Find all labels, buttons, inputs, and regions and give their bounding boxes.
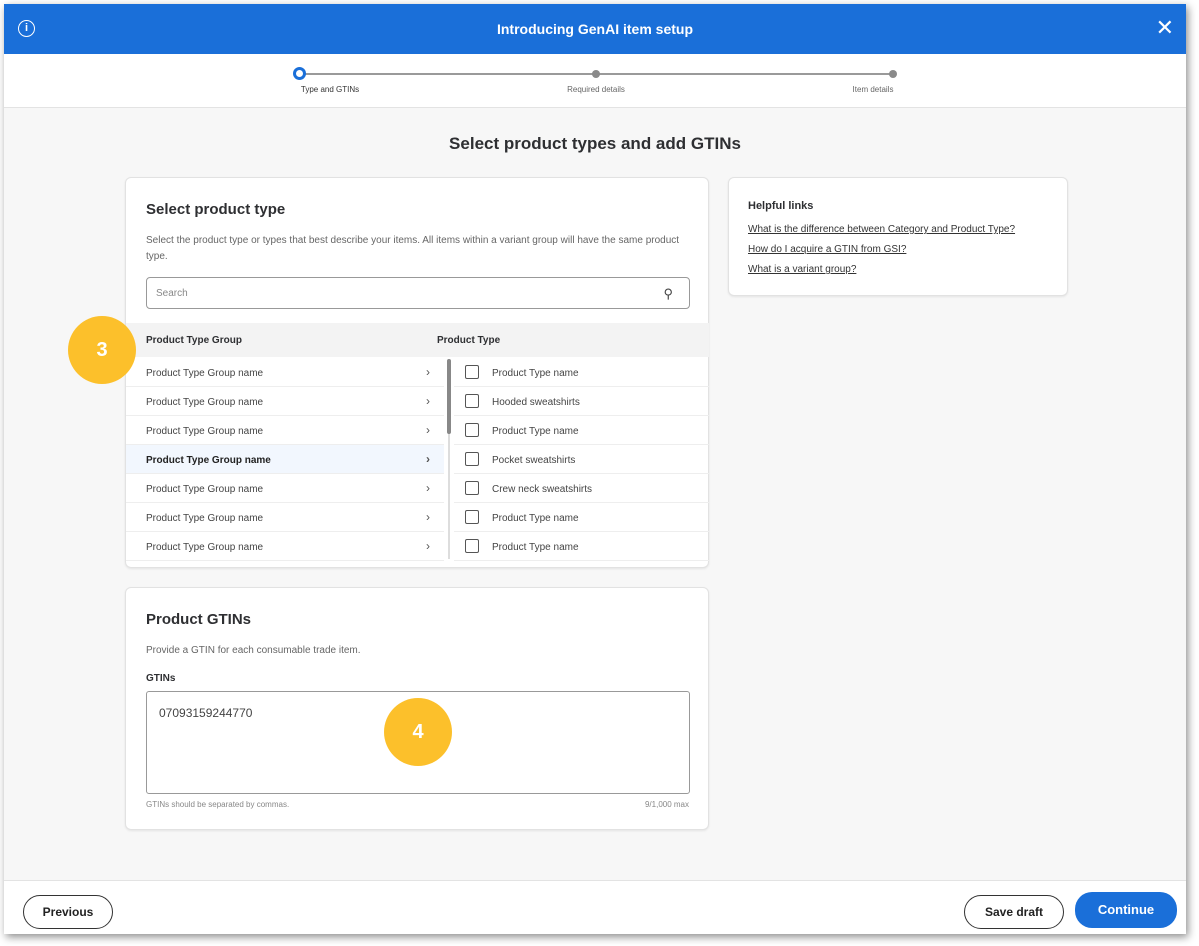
- product-type-checkbox[interactable]: [465, 481, 479, 495]
- product-type-group-row[interactable]: Product Type Group name ›: [126, 474, 444, 503]
- product-type-name: Hooded sweatshirts: [492, 397, 580, 408]
- chevron-right-icon: ›: [426, 394, 430, 408]
- product-type-name: Product Type name: [492, 513, 579, 524]
- link-category-vs-product-type[interactable]: What is the difference between Category …: [748, 224, 1015, 235]
- group-name: Product Type Group name: [146, 484, 264, 495]
- group-name: Product Type Group name: [146, 542, 264, 553]
- group-name: Product Type Group name: [146, 368, 264, 379]
- modal-title: Introducing GenAI item setup: [496, 21, 693, 37]
- scrollbar-thumb[interactable]: [447, 359, 451, 434]
- product-type-checkbox[interactable]: [465, 539, 479, 553]
- search-input[interactable]: Search ⚲: [146, 277, 690, 309]
- step-label-3: Item details: [852, 85, 894, 94]
- modal-header: i Introducing GenAI item setup ✕: [4, 4, 1186, 54]
- step-dot-1: [293, 67, 306, 80]
- search-placeholder: Search: [156, 288, 188, 299]
- gtins-hint: GTINs should be separated by commas.: [146, 800, 290, 809]
- step-badge-4: 4: [384, 698, 452, 766]
- product-type-row[interactable]: Crew neck sweatshirts: [454, 474, 709, 503]
- product-type-group-row[interactable]: Product Type Group name ›: [126, 445, 444, 474]
- gtins-description: Provide a GTIN for each consumable trade…: [146, 645, 361, 656]
- previous-button[interactable]: Previous: [23, 895, 113, 929]
- product-type-name: Product Type name: [492, 542, 579, 553]
- col-product-type-group: Product Type Group: [146, 335, 242, 346]
- col-product-type: Product Type: [437, 335, 501, 346]
- product-type-checkbox[interactable]: [465, 365, 479, 379]
- progress-stepper: Type and GTINs Required details Item det…: [4, 54, 1186, 108]
- product-type-name: Product Type name: [492, 426, 579, 437]
- chevron-right-icon: ›: [426, 539, 430, 553]
- table-header: Product Type Group Product Type: [126, 323, 709, 357]
- group-name: Product Type Group name: [146, 513, 264, 524]
- product-type-row[interactable]: Product Type name: [454, 503, 709, 532]
- product-type-row[interactable]: Product Type name: [454, 358, 709, 387]
- product-type-group-row[interactable]: Product Type Group name ›: [126, 503, 444, 532]
- chevron-right-icon: ›: [426, 481, 430, 495]
- product-type-row[interactable]: Pocket sweatshirts: [454, 445, 709, 474]
- chevron-right-icon: ›: [426, 423, 430, 437]
- step-dot-2: [592, 70, 600, 78]
- close-icon[interactable]: ✕: [1156, 15, 1174, 41]
- helpful-links-title: Helpful links: [748, 200, 814, 212]
- product-type-card: Select product type Select the product t…: [125, 177, 709, 568]
- step-badge-3: 3: [68, 316, 136, 384]
- save-draft-button[interactable]: Save draft: [964, 895, 1064, 929]
- step-label-2: Required details: [567, 85, 625, 94]
- product-type-group-row[interactable]: Product Type Group name ›: [126, 532, 444, 561]
- product-type-name: Pocket sweatshirts: [492, 455, 576, 466]
- gtins-count: 9/1,000 max: [644, 800, 689, 809]
- modal-footer: Previous Save draft Continue: [4, 880, 1186, 934]
- product-type-row[interactable]: Hooded sweatshirts: [454, 387, 709, 416]
- step-label-1: Type and GTINs: [300, 85, 360, 94]
- product-type-row[interactable]: Product Type name: [454, 532, 709, 561]
- link-variant-group[interactable]: What is a variant group?: [748, 264, 856, 275]
- link-acquire-gtin[interactable]: How do I acquire a GTIN from GSI?: [748, 244, 906, 255]
- page-title: Select product types and add GTINs: [449, 134, 741, 153]
- product-type-checkbox[interactable]: [465, 423, 479, 437]
- product-type-name: Product Type name: [492, 368, 579, 379]
- chevron-right-icon: ›: [426, 365, 430, 379]
- genai-setup-modal: i Introducing GenAI item setup ✕ Type an…: [4, 4, 1186, 934]
- chevron-right-icon: ›: [426, 510, 430, 524]
- product-type-checkbox[interactable]: [465, 394, 479, 408]
- helpful-links-card: Helpful links What is the difference bet…: [728, 177, 1068, 296]
- step-dot-3: [889, 70, 897, 78]
- gtins-label: GTINs: [146, 673, 176, 684]
- search-icon[interactable]: ⚲: [663, 286, 673, 302]
- continue-button[interactable]: Continue: [1075, 892, 1177, 928]
- product-type-name: Crew neck sweatshirts: [492, 484, 593, 495]
- group-name: Product Type Group name: [146, 397, 264, 408]
- product-type-checkbox[interactable]: [465, 510, 479, 524]
- product-type-group-row[interactable]: Product Type Group name ›: [126, 358, 444, 387]
- product-type-description: Select the product type or types that be…: [146, 235, 680, 262]
- product-type-row[interactable]: Product Type name: [454, 416, 709, 445]
- gtins-title: Product GTINs: [146, 611, 252, 628]
- group-name: Product Type Group name: [146, 455, 271, 466]
- product-type-group-row[interactable]: Product Type Group name ›: [126, 416, 444, 445]
- chevron-right-icon: ›: [426, 452, 430, 466]
- product-type-title: Select product type: [146, 201, 286, 218]
- group-name: Product Type Group name: [146, 426, 264, 437]
- product-type-checkbox[interactable]: [465, 452, 479, 466]
- product-type-group-row[interactable]: Product Type Group name ›: [126, 387, 444, 416]
